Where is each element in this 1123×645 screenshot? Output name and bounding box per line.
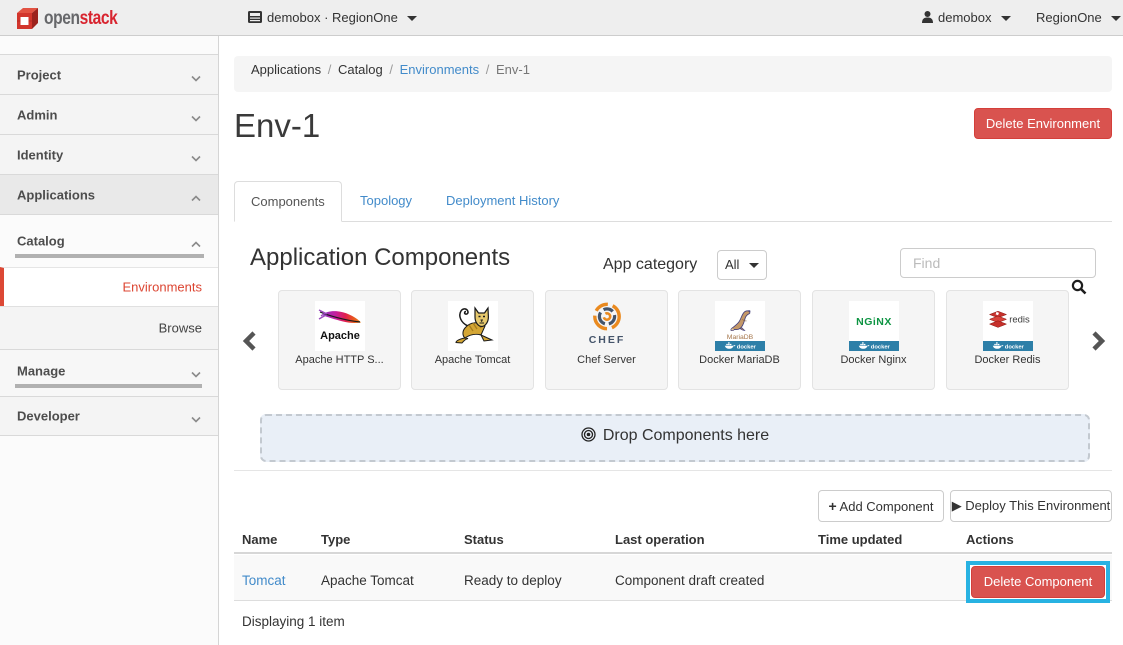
svg-text:docker: docker: [870, 344, 890, 350]
svg-text:CHEF: CHEF: [588, 334, 625, 346]
svg-text:docker: docker: [736, 344, 756, 350]
svg-text:Apache: Apache: [320, 330, 360, 342]
svg-text:docker: docker: [1004, 344, 1024, 350]
svg-text:NGiNX: NGiNX: [856, 316, 892, 328]
svg-text:redis: redis: [1009, 315, 1030, 326]
